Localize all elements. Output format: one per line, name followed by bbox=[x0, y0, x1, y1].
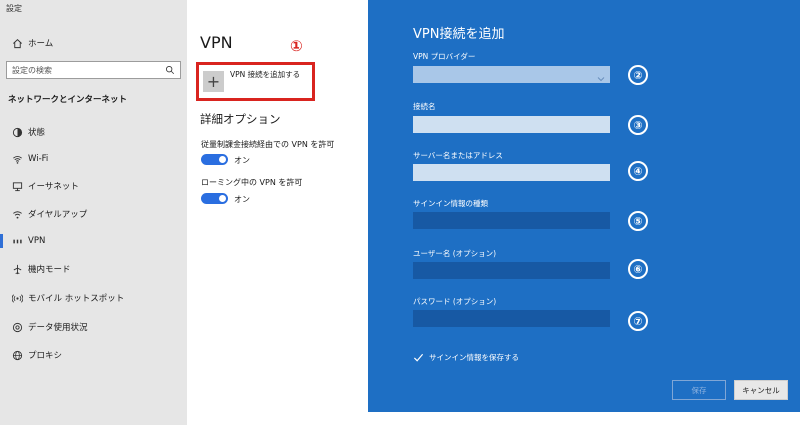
server-address-input[interactable] bbox=[413, 164, 610, 181]
metered-vpn-state: オン bbox=[234, 156, 250, 165]
ethernet-icon bbox=[6, 181, 28, 192]
data-usage-icon bbox=[6, 322, 28, 333]
signin-type-label: サインイン情報の種類 bbox=[413, 199, 488, 208]
nav-item-label: 機内モード bbox=[28, 265, 71, 275]
wifi-icon bbox=[6, 154, 28, 165]
cancel-button[interactable]: キャンセル bbox=[734, 380, 788, 400]
password-input[interactable] bbox=[413, 310, 610, 327]
nav-item-label: モバイル ホットスポット bbox=[28, 294, 125, 304]
connection-name-label: 接続名 bbox=[413, 102, 436, 111]
callout-4: ④ bbox=[628, 161, 648, 181]
settings-search-input[interactable]: 設定の検索 bbox=[6, 61, 181, 79]
nav-item-dialup[interactable]: ダイヤルアップ bbox=[0, 202, 187, 226]
nav-section-heading: ネットワークとインターネット bbox=[8, 95, 128, 105]
nav-item-label: イーサネット bbox=[28, 182, 79, 192]
search-icon[interactable] bbox=[163, 65, 177, 75]
signin-type-select[interactable] bbox=[413, 212, 610, 229]
nav-item-label: ダイヤルアップ bbox=[28, 210, 88, 220]
status-icon bbox=[6, 127, 28, 138]
hotspot-icon bbox=[6, 293, 28, 304]
server-address-label: サーバー名またはアドレス bbox=[413, 151, 503, 160]
username-label: ユーザー名 (オプション) bbox=[413, 249, 497, 258]
nav-item-label: VPN bbox=[28, 236, 46, 246]
nav-item-label: Wi-Fi bbox=[28, 154, 49, 164]
nav-item-airplane[interactable]: 機内モード bbox=[0, 257, 187, 281]
chevron-down-icon bbox=[596, 69, 606, 82]
globe-icon bbox=[6, 350, 28, 361]
vpn-provider-label: VPN プロバイダー bbox=[413, 52, 476, 61]
nav-item-data-usage[interactable]: データ使用状況 bbox=[0, 315, 187, 339]
page-title: VPN bbox=[200, 33, 233, 52]
checkmark-icon bbox=[413, 348, 424, 367]
vpn-provider-select[interactable] bbox=[413, 66, 610, 83]
nav-item-vpn[interactable]: VPN bbox=[0, 229, 187, 253]
connection-name-input[interactable] bbox=[413, 116, 610, 133]
nav-item-status[interactable]: 状態 bbox=[0, 120, 187, 144]
metered-vpn-label: 従量制課金接続経由での VPN を許可 bbox=[201, 140, 335, 149]
nav-item-ethernet[interactable]: イーサネット bbox=[0, 174, 187, 198]
password-label: パスワード (オプション) bbox=[413, 297, 497, 306]
roaming-vpn-label: ローミング中の VPN を許可 bbox=[201, 178, 303, 187]
nav-home[interactable]: ホーム bbox=[0, 31, 187, 55]
dialup-icon bbox=[6, 209, 28, 220]
callout-7: ⑦ bbox=[628, 311, 648, 331]
advanced-options-heading: 詳細オプション bbox=[200, 112, 281, 126]
roaming-vpn-toggle[interactable] bbox=[201, 193, 228, 204]
window-title: 設定 bbox=[6, 4, 22, 13]
metered-vpn-toggle[interactable] bbox=[201, 154, 228, 165]
nav-item-proxy[interactable]: プロキシ bbox=[0, 343, 187, 367]
dialog-title: VPN接続を追加 bbox=[413, 27, 505, 42]
settings-nav: 設定 ホーム 設定の検索 ネットワークとインターネット 状態 Wi-Fi イーサ… bbox=[0, 0, 187, 425]
nav-item-hotspot[interactable]: モバイル ホットスポット bbox=[0, 286, 187, 310]
callout-3: ③ bbox=[628, 115, 648, 135]
nav-item-label: プロキシ bbox=[28, 351, 63, 361]
remember-signin-checkbox[interactable]: サインイン情報を保存する bbox=[413, 348, 519, 367]
home-icon bbox=[6, 38, 28, 49]
vpn-icon bbox=[6, 236, 28, 247]
callout-2: ② bbox=[628, 65, 648, 85]
add-vpn-button[interactable]: VPN 接続を追加する bbox=[230, 69, 300, 80]
toggle-knob bbox=[219, 195, 226, 202]
toggle-knob bbox=[219, 156, 226, 163]
nav-item-label: データ使用状況 bbox=[28, 323, 88, 333]
callout-number: ① bbox=[290, 37, 303, 55]
callout-5: ⑤ bbox=[628, 211, 648, 231]
nav-home-label: ホーム bbox=[28, 39, 54, 49]
plus-icon[interactable]: + bbox=[203, 71, 224, 92]
nav-item-label: 状態 bbox=[28, 128, 46, 138]
callout-6: ⑥ bbox=[628, 259, 648, 279]
search-placeholder: 設定の検索 bbox=[12, 65, 52, 75]
username-input[interactable] bbox=[413, 262, 610, 279]
remember-signin-label: サインイン情報を保存する bbox=[429, 353, 519, 362]
airplane-icon bbox=[6, 264, 28, 275]
nav-item-wifi[interactable]: Wi-Fi bbox=[0, 147, 187, 171]
save-button[interactable]: 保存 bbox=[672, 380, 726, 400]
roaming-vpn-state: オン bbox=[234, 195, 250, 204]
